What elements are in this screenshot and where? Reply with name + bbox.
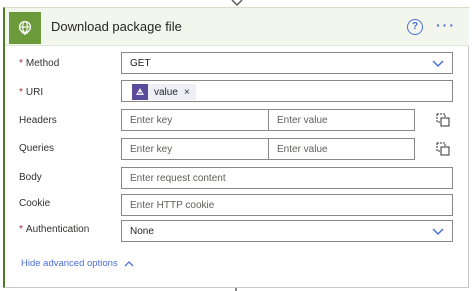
chevron-up-icon [124,261,134,267]
headers-label: Headers [19,115,57,126]
remove-token-icon[interactable]: × [184,87,190,98]
body-label: Body [19,172,42,183]
chevron-down-icon [432,228,444,236]
switch-to-text-mode-icon[interactable] [436,142,450,156]
queries-label: Queries [19,143,55,154]
body-input[interactable]: Enter request content [121,167,453,189]
more-options-icon[interactable]: ··· [436,18,458,34]
hide-advanced-options-link[interactable]: Hide advanced options [21,258,134,269]
authentication-value: None [130,225,154,237]
variable-icon [132,84,148,100]
authentication-label: * Authentication [19,224,90,235]
action-title: Download package file [51,19,182,34]
http-action-card: Download package file ? ··· * Method GET … [3,7,469,288]
uri-input[interactable]: value × [121,80,453,102]
queries-key-input[interactable]: Enter key [121,138,269,160]
help-icon[interactable]: ? [407,19,423,35]
queries-value-input[interactable]: Enter value [268,138,415,160]
method-value: GET [130,57,151,69]
switch-to-text-mode-icon[interactable] [436,113,450,127]
authentication-dropdown[interactable]: None [121,220,453,242]
chevron-down-icon [432,60,444,68]
cookie-label: Cookie [19,198,51,209]
headers-key-input[interactable]: Enter key [121,109,269,131]
method-dropdown[interactable]: GET [121,52,453,74]
token-label: value [154,86,178,98]
globe-icon [9,12,41,44]
action-header[interactable]: Download package file ? ··· [5,8,469,46]
uri-label: * URI [19,87,44,98]
cookie-input[interactable]: Enter HTTP cookie [121,194,453,216]
method-label: * Method [19,58,60,69]
headers-value-input[interactable]: Enter value [268,109,415,131]
dynamic-content-token[interactable]: value × [132,84,196,100]
